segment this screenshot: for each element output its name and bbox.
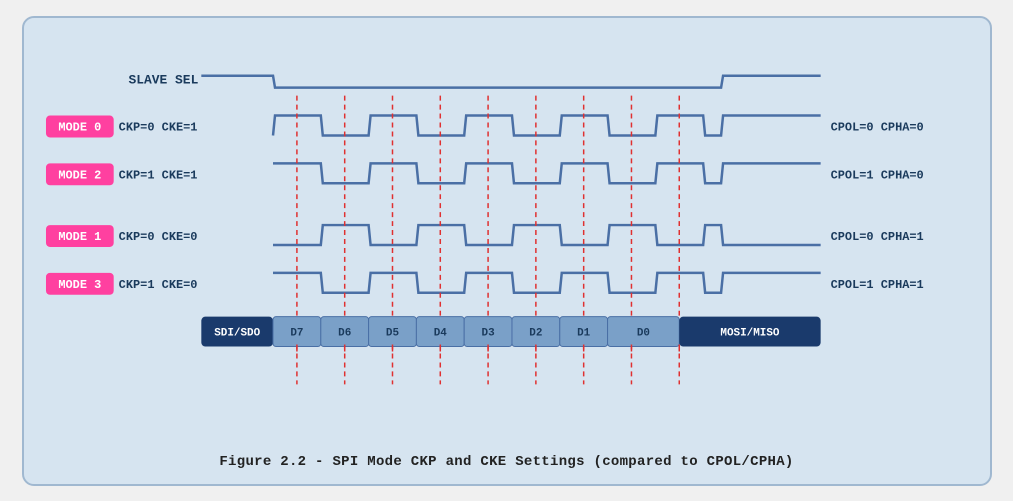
data-d3-label: D3 (481, 327, 495, 339)
data-d4-label: D4 (433, 327, 447, 339)
mode3-wave (273, 272, 821, 292)
mode1-label: MODE 1 (58, 230, 101, 244)
mode1-right: CPOL=0 CPHA=1 (830, 230, 923, 244)
diagram-area: SLAVE SEL MODE 0 CKP=0 CKE=1 CPOL=0 CPHA… (44, 36, 970, 470)
data-d5-label: D5 (385, 327, 398, 339)
mode3-label: MODE 3 (58, 277, 101, 291)
slave-sel-wave (201, 75, 820, 87)
data-d6-label: D6 (338, 327, 351, 339)
mode0-right: CPOL=0 CPHA=0 (830, 120, 923, 134)
mode1-wave (273, 225, 821, 245)
slave-sel-label: SLAVE SEL (128, 72, 198, 87)
data-d7-label: D7 (290, 327, 303, 339)
mode0-label: MODE 0 (58, 120, 101, 134)
data-sdi-label: SDI/SDO (214, 327, 260, 339)
data-mosi-label: MOSI/MISO (720, 327, 780, 339)
main-container: SLAVE SEL MODE 0 CKP=0 CKE=1 CPOL=0 CPHA… (22, 16, 992, 486)
mode2-params: CKP=1 CKE=1 (118, 168, 197, 182)
mode3-right: CPOL=1 CPHA=1 (830, 277, 923, 291)
mode1-params: CKP=0 CKE=0 (118, 230, 197, 244)
mode0-params: CKP=0 CKE=1 (118, 120, 197, 134)
mode3-params: CKP=1 CKE=0 (118, 277, 197, 291)
data-d0-label: D0 (636, 327, 649, 339)
waveform-diagram: SLAVE SEL MODE 0 CKP=0 CKE=1 CPOL=0 CPHA… (44, 36, 970, 444)
mode2-label: MODE 2 (58, 168, 101, 182)
mode0-wave (273, 115, 821, 135)
mode2-wave (273, 163, 821, 183)
data-d2-label: D2 (529, 327, 542, 339)
mode2-right: CPOL=1 CPHA=0 (830, 168, 923, 182)
figure-caption: Figure 2.2 - SPI Mode CKP and CKE Settin… (44, 454, 970, 470)
data-d1-label: D1 (577, 327, 591, 339)
